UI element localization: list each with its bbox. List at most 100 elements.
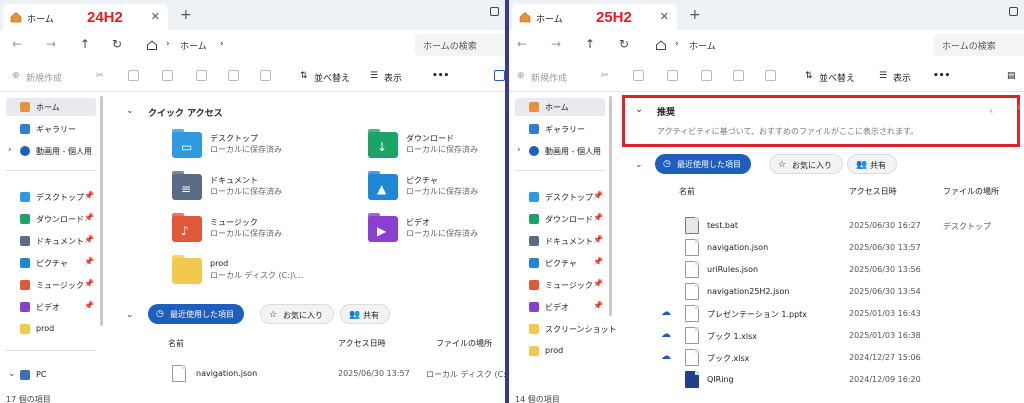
refresh-icon[interactable]: ↻ [619, 37, 629, 51]
delete-icon[interactable] [765, 70, 776, 81]
table-row[interactable]: navigation.json 2025/06/30 13:57 [621, 238, 1021, 260]
sidebar-item-screenshots[interactable]: スクリーンショット [515, 320, 617, 338]
sidebar-item-onedrive[interactable]: › 動画用 - 個人用 [515, 142, 605, 160]
search-input[interactable]: ホームの検索 [934, 34, 1024, 56]
sidebar-item-downloads[interactable]: ダウンロード 📌 [515, 210, 605, 228]
close-icon[interactable]: ✕ [151, 10, 160, 23]
sidebar-item-music[interactable]: ミュージック 📌 [515, 276, 605, 294]
sidebar-item-pictures[interactable]: ピクチャ 📌 [515, 254, 605, 272]
chevron-down-icon[interactable]: ⌄ [8, 369, 16, 379]
quick-access-item-documents[interactable]: ≡ ドキュメント ローカルに保存済み [172, 171, 342, 212]
column-header-name[interactable]: 名前 [168, 338, 184, 349]
chevron-down-icon[interactable]: ⌄ [635, 160, 643, 170]
back-icon[interactable]: ← [517, 37, 527, 51]
search-input[interactable]: ホームの検索 [415, 34, 505, 56]
forward-icon[interactable]: → [551, 37, 561, 51]
forward-icon[interactable]: → [46, 37, 56, 51]
tab-recent[interactable]: ◷ 最近使用した項目 [148, 304, 244, 324]
sidebar-item-documents[interactable]: ドキュメント 📌 [515, 232, 605, 250]
sidebar-item-prod[interactable]: prod [515, 342, 605, 360]
up-icon[interactable]: ↑ [80, 37, 90, 51]
table-row[interactable]: ☁ ブック.xlsx 2024/12/27 15:06 [621, 348, 1021, 370]
quick-access-item-videos[interactable]: ▶ ビデオ ローカルに保存済み [368, 213, 505, 254]
chevron-right-icon[interactable]: › [8, 145, 12, 155]
table-row[interactable]: navigation.json 2025/06/30 13:57 ローカル ディ… [112, 364, 505, 386]
sidebar-item-pc[interactable]: ⌄ PC [6, 366, 96, 384]
paste-icon[interactable] [667, 70, 678, 81]
new-button[interactable]: 新規作成 [531, 71, 567, 84]
new-tab-button[interactable]: + [180, 7, 192, 23]
breadcrumb[interactable]: ホーム [689, 39, 716, 52]
tab-shared[interactable]: 👥 共有 [847, 154, 897, 174]
table-row[interactable]: test.bat 2025/06/30 16:27 デスクトップ [621, 216, 1021, 238]
table-row[interactable]: ☁ ブック 1.xlsx 2025/01/03 16:38 [621, 326, 1021, 348]
sidebar-item-home[interactable]: ホーム [515, 98, 605, 116]
details-pane-icon[interactable] [494, 70, 505, 81]
close-icon[interactable]: ✕ [660, 10, 669, 23]
table-row[interactable]: navigation25H2.json 2025/06/30 13:54 [621, 282, 1021, 304]
column-header-name[interactable]: 名前 [679, 186, 695, 197]
copy-icon[interactable] [128, 70, 139, 81]
sidebar-item-videos[interactable]: ビデオ 📌 [515, 298, 605, 316]
view-button[interactable]: 表示 [893, 71, 911, 84]
chevron-down-icon[interactable]: ⌄ [126, 106, 134, 116]
sidebar-item-downloads[interactable]: ダウンロード 📌 [6, 210, 96, 228]
scrollbar[interactable] [609, 96, 612, 316]
maximize-icon[interactable] [1009, 7, 1018, 16]
sidebar-item-videos[interactable]: ビデオ 📌 [6, 298, 96, 316]
sort-button[interactable]: 並べ替え [314, 71, 350, 84]
refresh-icon[interactable]: ↻ [112, 37, 122, 51]
more-icon[interactable]: ••• [933, 71, 950, 81]
sidebar-item-prod[interactable]: prod [6, 320, 96, 338]
rename-icon[interactable] [701, 70, 712, 81]
sort-button[interactable]: 並べ替え [819, 71, 855, 84]
maximize-icon[interactable] [490, 7, 499, 16]
cut-icon[interactable]: ✂ [601, 71, 609, 81]
table-row[interactable]: QIRing 2024/12/09 16:20 [621, 370, 1021, 392]
tab-home[interactable]: ホーム 24H2 ✕ [3, 4, 168, 30]
column-header-location[interactable]: ファイルの場所 [943, 186, 999, 197]
more-icon[interactable]: ••• [432, 71, 449, 81]
quick-access-item-pictures[interactable]: ▲ ピクチャ ローカルに保存済み [368, 171, 505, 212]
quick-access-item-prod[interactable]: prod ローカル ディスク (C:)\... [172, 255, 342, 296]
tab-favorites[interactable]: ☆ お気に入り [769, 154, 843, 174]
tab-home[interactable]: ホーム 25H2 ✕ [512, 4, 677, 30]
details-pane-icon[interactable]: ▤ [1007, 71, 1016, 81]
tab-shared[interactable]: 👥 共有 [340, 304, 390, 324]
column-header-date[interactable]: アクセス日時 [338, 338, 386, 349]
rename-icon[interactable] [196, 70, 207, 81]
column-header-location[interactable]: ファイルの場所 [436, 338, 492, 349]
sidebar-item-desktop[interactable]: デスクトップ 📌 [6, 188, 96, 206]
quick-access-item-desktop[interactable]: ▭ デスクトップ ローカルに保存済み [172, 129, 342, 170]
cut-icon[interactable]: ✂ [96, 71, 104, 81]
sidebar-item-gallery[interactable]: ギャラリー [515, 120, 605, 138]
tab-favorites[interactable]: ☆ お気に入り [260, 304, 334, 324]
share-icon[interactable] [733, 70, 744, 81]
address-bar[interactable]: › ホーム › [140, 34, 410, 56]
column-header-date[interactable]: アクセス日時 [849, 186, 897, 197]
chevron-down-icon[interactable]: ⌄ [126, 310, 134, 320]
new-button[interactable]: 新規作成 [26, 71, 62, 84]
table-row[interactable]: ☁ プレゼンテーション 1.pptx 2025/01/03 16:43 [621, 304, 1021, 326]
address-bar[interactable]: › ホーム [649, 34, 919, 56]
view-button[interactable]: 表示 [384, 71, 402, 84]
sidebar-item-gallery[interactable]: ギャラリー [6, 120, 96, 138]
sidebar-item-pictures[interactable]: ピクチャ 📌 [6, 254, 96, 272]
quick-access-item-music[interactable]: ♪ ミュージック ローカルに保存済み [172, 213, 342, 254]
chevron-right-icon[interactable]: › [517, 145, 521, 155]
quick-access-item-downloads[interactable]: ↓ ダウンロード ローカルに保存済み [368, 129, 505, 170]
table-row[interactable]: uriRules.json 2025/06/30 13:56 [621, 260, 1021, 282]
delete-icon[interactable] [260, 70, 271, 81]
sidebar-item-documents[interactable]: ドキュメント 📌 [6, 232, 96, 250]
sidebar-item-onedrive[interactable]: › 動画用 - 個人用 [6, 142, 96, 160]
sidebar-item-home[interactable]: ホーム [6, 98, 96, 116]
sidebar-item-music[interactable]: ミュージック 📌 [6, 276, 96, 294]
copy-icon[interactable] [633, 70, 644, 81]
new-tab-button[interactable]: + [689, 7, 701, 23]
tab-recent[interactable]: ◷ 最近使用した項目 [655, 154, 751, 174]
sidebar-item-desktop[interactable]: デスクトップ 📌 [515, 188, 605, 206]
up-icon[interactable]: ↑ [585, 37, 595, 51]
scrollbar[interactable] [100, 96, 103, 326]
share-icon[interactable] [228, 70, 239, 81]
paste-icon[interactable] [162, 70, 173, 81]
